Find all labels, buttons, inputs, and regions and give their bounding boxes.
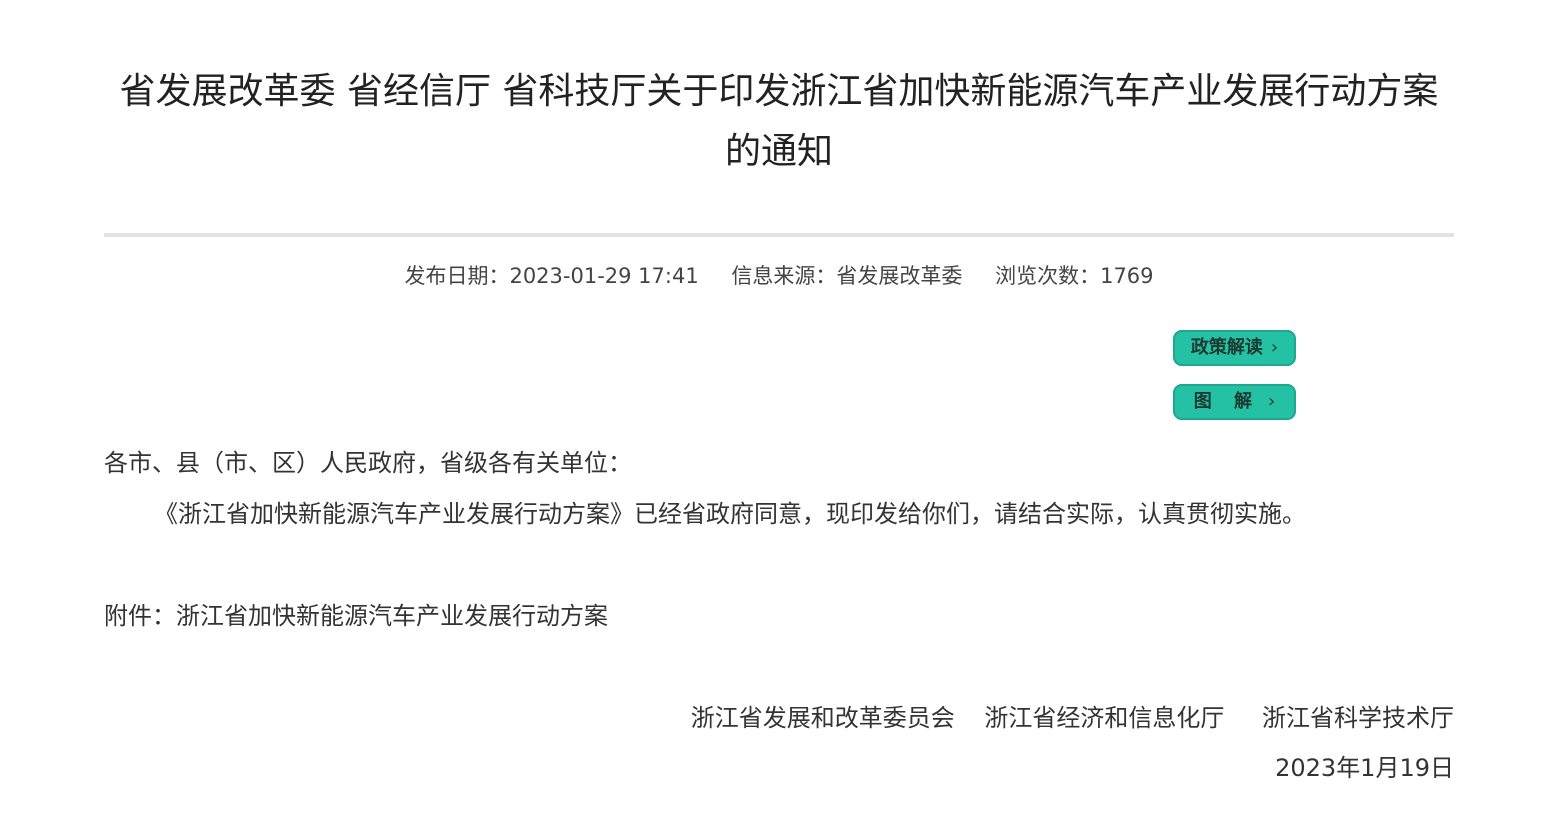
- info-source: 信息来源：省发展改革委: [731, 264, 963, 288]
- signer-science-tech: 浙江省科学技术厅: [1262, 704, 1454, 732]
- chevron-right-icon: ›: [1268, 391, 1276, 412]
- illustration-button[interactable]: 图 解 ›: [1173, 384, 1296, 420]
- signature-date: 2023年1月19日: [1275, 754, 1454, 782]
- attachment-line: 附件：浙江省加快新能源汽车产业发展行动方案: [104, 598, 608, 634]
- policy-interpretation-button[interactable]: 政策解读 ›: [1173, 330, 1296, 366]
- salutation: 各市、县（市、区）人民政府，省级各有关单位：: [104, 449, 632, 477]
- signer-economy-it: 浙江省经济和信息化厅: [984, 704, 1225, 732]
- title-divider: [104, 233, 1454, 237]
- signer-ndrc: 浙江省发展和改革委员会: [690, 704, 955, 732]
- body-paragraph: 《浙江省加快新能源汽车产业发展行动方案》已经省政府同意，现印发给你们，请结合实际…: [154, 500, 1306, 528]
- page-title: 省发展改革委 省经信厅 省科技厅关于印发浙江省加快新能源汽车产业发展行动方案的通…: [119, 71, 1439, 172]
- policy-interpretation-label: 政策解读: [1190, 337, 1263, 358]
- signers: 浙江省发展和改革委员会 浙江省经济和信息化厅 浙江省科学技术厅: [691, 700, 1454, 736]
- chevron-right-icon: ›: [1270, 337, 1279, 358]
- publish-date: 发布日期：2023-01-29 17:41: [404, 264, 699, 288]
- illustration-label: 图 解: [1193, 391, 1261, 412]
- view-count: 浏览次数：1769: [995, 264, 1154, 288]
- article-meta: 发布日期：2023-01-29 17:41 信息来源：省发展改革委 浏览次数：1…: [104, 258, 1454, 294]
- attachment-label: 附件：: [104, 602, 176, 630]
- attachment-link[interactable]: 浙江省加快新能源汽车产业发展行动方案: [176, 602, 608, 630]
